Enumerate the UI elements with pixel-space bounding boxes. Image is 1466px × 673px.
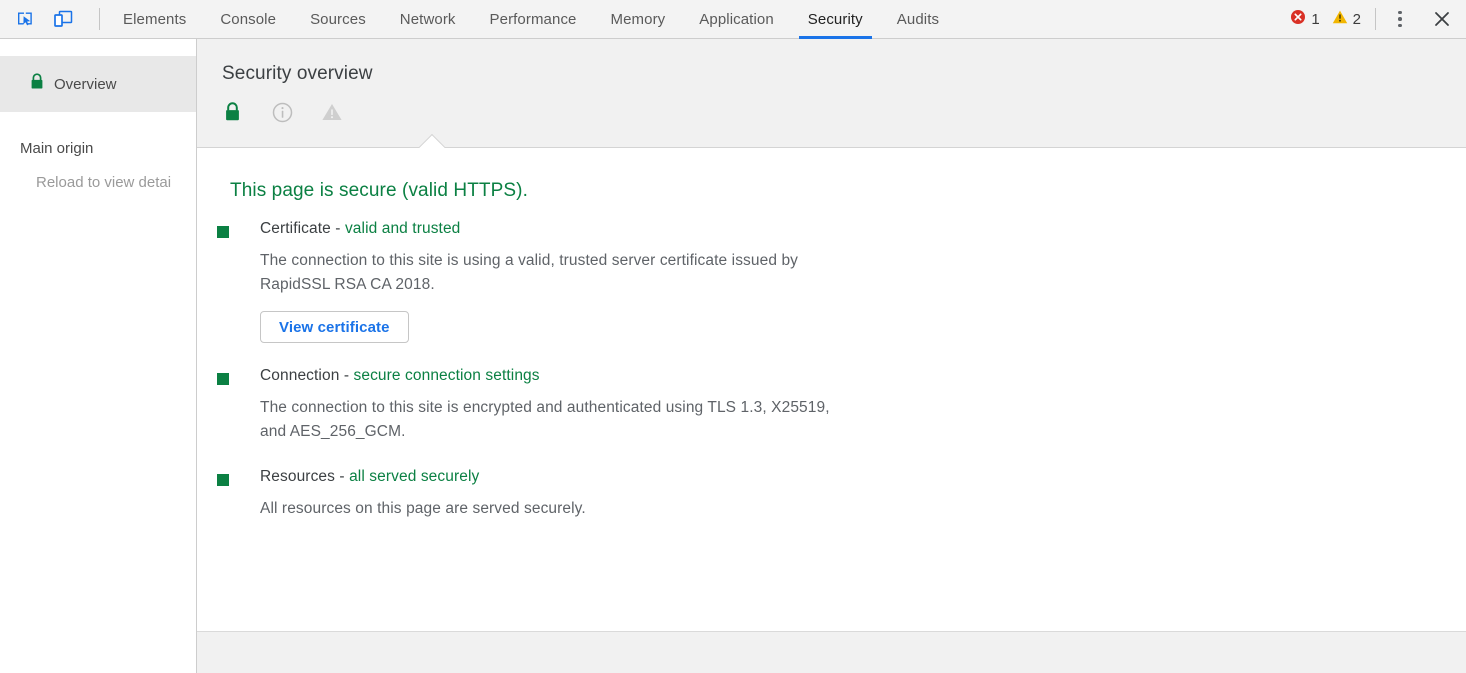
info-icon[interactable] xyxy=(269,99,295,125)
explanation-name: Resources xyxy=(260,468,335,485)
security-explanation-card: This page is secure (valid HTTPS). Certi… xyxy=(197,148,1466,631)
error-counter[interactable]: 1 xyxy=(1284,9,1325,29)
explanation-description: The connection to this site is using a v… xyxy=(260,249,860,297)
tab-label: Elements xyxy=(123,11,186,28)
tab-label: Sources xyxy=(310,11,366,28)
warning-count: 2 xyxy=(1353,11,1361,28)
explanation-description: The connection to this site is encrypted… xyxy=(260,396,860,444)
tab-sources[interactable]: Sources xyxy=(293,0,383,39)
lock-icon[interactable] xyxy=(219,99,245,125)
explanation-name: Connection xyxy=(260,367,339,384)
warning-triangle-icon xyxy=(1332,9,1348,29)
panel-tab-strip: Elements Console Sources Network Perform… xyxy=(106,0,1284,39)
security-summary-icon-row xyxy=(197,99,1466,125)
explanation-state: secure connection settings xyxy=(354,367,540,384)
kebab-menu-icon[interactable] xyxy=(1386,5,1414,33)
explanation-name: Certificate xyxy=(260,220,331,237)
tab-performance[interactable]: Performance xyxy=(473,0,594,39)
toolbar-right-divider xyxy=(1375,8,1376,30)
inspect-element-icon[interactable] xyxy=(11,5,39,33)
close-icon[interactable] xyxy=(1428,5,1456,33)
green-lock-icon xyxy=(30,73,44,95)
security-main-panel: Security overview xyxy=(197,39,1466,673)
tab-memory[interactable]: Memory xyxy=(594,0,683,39)
explanation-certificate: Certificate - valid and trusted The conn… xyxy=(197,220,1466,343)
tab-network[interactable]: Network xyxy=(383,0,473,39)
tab-label: Performance xyxy=(490,11,577,28)
sidebar-item-label: Overview xyxy=(54,76,117,93)
toolbar-divider xyxy=(99,8,100,30)
tab-label: Security xyxy=(808,11,863,28)
devtools-toolbar: Elements Console Sources Network Perform… xyxy=(0,0,1466,39)
security-overview-header: Security overview xyxy=(197,39,1466,148)
error-circle-icon xyxy=(1290,9,1306,29)
tab-label: Application xyxy=(699,11,773,28)
security-headline: This page is secure (valid HTTPS). xyxy=(197,148,1466,202)
panel-bottom-area xyxy=(197,631,1466,673)
explanation-title: Certificate - valid and trusted xyxy=(260,220,1426,238)
security-explanations-list: Certificate - valid and trusted The conn… xyxy=(197,202,1466,521)
explanation-separator: - xyxy=(335,468,349,485)
explanation-separator: - xyxy=(339,367,353,384)
tab-console[interactable]: Console xyxy=(203,0,293,39)
view-certificate-button[interactable]: View certificate xyxy=(260,311,409,343)
device-toolbar-icon[interactable] xyxy=(49,5,77,33)
tab-elements[interactable]: Elements xyxy=(106,0,203,39)
explanation-resources: Resources - all served securely All reso… xyxy=(197,468,1466,521)
status-square-icon xyxy=(217,226,229,238)
explanation-separator: - xyxy=(331,220,345,237)
tab-security[interactable]: Security xyxy=(791,0,880,39)
toolbar-left-icon-group xyxy=(0,5,106,33)
security-sidebar: Overview Main origin Reload to view deta… xyxy=(0,39,197,673)
status-square-icon xyxy=(217,373,229,385)
active-summary-pointer xyxy=(419,134,445,148)
toolbar-right-group: 1 2 xyxy=(1284,5,1466,33)
explanation-state: valid and trusted xyxy=(345,220,460,237)
tab-label: Console xyxy=(220,11,276,28)
explanation-connection: Connection - secure connection settings … xyxy=(197,367,1466,444)
explanation-description: All resources on this page are served se… xyxy=(260,497,860,521)
sidebar-group-main-origin: Main origin xyxy=(0,112,196,157)
error-count: 1 xyxy=(1311,11,1319,28)
devtools-body: Overview Main origin Reload to view deta… xyxy=(0,39,1466,673)
warning-counter[interactable]: 2 xyxy=(1326,9,1367,29)
explanation-title: Resources - all served securely xyxy=(260,468,1426,486)
tab-audits[interactable]: Audits xyxy=(880,0,956,39)
tab-label: Audits xyxy=(897,11,939,28)
tab-label: Memory xyxy=(611,11,666,28)
devtools-window: Elements Console Sources Network Perform… xyxy=(0,0,1466,673)
warning-triangle-icon[interactable] xyxy=(319,99,345,125)
tab-label: Network xyxy=(400,11,456,28)
sidebar-item-overview[interactable]: Overview xyxy=(0,56,196,112)
sidebar-item-reload-hint[interactable]: Reload to view detai xyxy=(0,157,196,191)
page-title: Security overview xyxy=(197,39,1466,85)
status-square-icon xyxy=(217,474,229,486)
explanation-title: Connection - secure connection settings xyxy=(260,367,1426,385)
tab-application[interactable]: Application xyxy=(682,0,790,39)
explanation-state: all served securely xyxy=(349,468,479,485)
